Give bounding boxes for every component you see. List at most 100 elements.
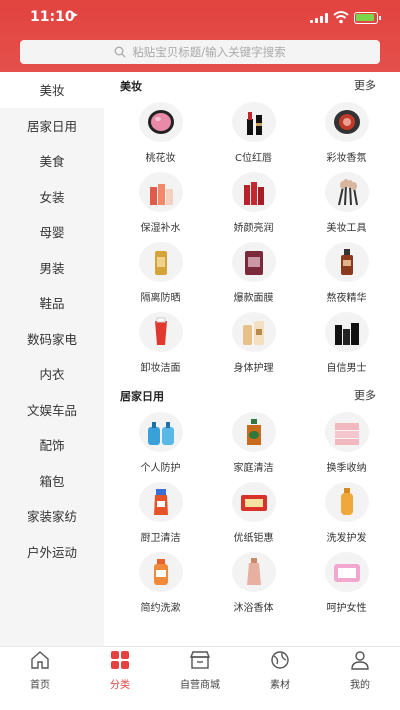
- category-item-label: 隔离防晒: [140, 293, 181, 304]
- body-wash-bottle-icon: [231, 552, 276, 592]
- tab-item[interactable]: 分类: [80, 647, 160, 710]
- sidebar-item[interactable]: 文娱车品: [0, 392, 104, 428]
- category-item-label: 家庭清洁: [233, 463, 274, 474]
- category-item[interactable]: 桃花妆: [114, 94, 207, 164]
- body-care-bottles-icon: [231, 312, 276, 352]
- category-item-label: 彩妆香氛: [326, 153, 367, 164]
- shampoo-bottle-icon: [324, 482, 369, 522]
- category-item[interactable]: 卸妆洁面: [114, 304, 207, 374]
- face-mask-icon: [231, 242, 276, 282]
- category-item[interactable]: 优纸钜惠: [207, 474, 300, 544]
- category-item[interactable]: 熬夜精华: [300, 234, 393, 304]
- category-item[interactable]: 厨卫清洁: [114, 474, 207, 544]
- tissue-pack-icon: [231, 482, 276, 522]
- category-item[interactable]: 娇颜亮润: [207, 164, 300, 234]
- bottom-tab-bar: 首页 分类 自营商城 素材 我的: [0, 646, 400, 710]
- makeup-brushes-icon: [324, 172, 369, 212]
- disinfectant-bottle-icon: [231, 412, 276, 452]
- spray-cleaner-icon: [138, 482, 183, 522]
- category-item-label: 呵护女性: [326, 603, 367, 614]
- category-item-label: 换季收纳: [326, 463, 367, 474]
- user-icon: [350, 650, 370, 674]
- sidebar-item[interactable]: 数码家电: [0, 321, 104, 357]
- mouthwash-bottle-icon: [138, 552, 183, 592]
- search-bar[interactable]: 粘贴宝贝标题/输入关键字搜索: [20, 40, 380, 64]
- section-title: 美妆: [120, 80, 142, 93]
- more-link[interactable]: 更多: [354, 77, 376, 93]
- tab-item[interactable]: 素材: [240, 647, 320, 710]
- cleanser-tube-icon: [138, 312, 183, 352]
- sidebar-item[interactable]: 箱包: [0, 463, 104, 499]
- category-item[interactable]: 美妆工具: [300, 164, 393, 234]
- tab-item[interactable]: 自营商城: [160, 647, 240, 710]
- sidebar-item[interactable]: 配饰: [0, 427, 104, 463]
- blush-compact-icon: [138, 102, 183, 142]
- eyeshadow-compact-icon: [324, 102, 369, 142]
- sanitizer-bottles-icon: [138, 412, 183, 452]
- signal-icon: [310, 13, 328, 23]
- category-item-label: 桃花妆: [145, 153, 176, 164]
- category-item[interactable]: 爆款面膜: [207, 234, 300, 304]
- category-item[interactable]: 身体护理: [207, 304, 300, 374]
- sidebar-item[interactable]: 户外运动: [0, 534, 104, 570]
- category-item[interactable]: 保湿补水: [114, 164, 207, 234]
- status-bar: 11:10 ➤: [0, 0, 400, 34]
- tab-item[interactable]: 首页: [0, 647, 80, 710]
- tab-label: 我的: [350, 680, 370, 691]
- category-item[interactable]: 呵护女性: [300, 544, 393, 614]
- category-item[interactable]: 洗发护发: [300, 474, 393, 544]
- sidebar-item[interactable]: 家装家纺: [0, 498, 104, 534]
- category-item[interactable]: 沐浴香体: [207, 544, 300, 614]
- location-arrow-icon: ➤: [70, 10, 79, 21]
- category-item-label: 简约洗漱: [140, 603, 181, 614]
- skincare-bottles-icon: [138, 172, 183, 212]
- category-item[interactable]: C位红唇: [207, 94, 300, 164]
- category-item-label: 优纸钜惠: [233, 533, 274, 544]
- wifi-icon: [333, 11, 349, 24]
- section-header: 居家日用 更多: [104, 384, 400, 404]
- category-item[interactable]: 个人防护: [114, 404, 207, 474]
- sidebar-item[interactable]: 母婴: [0, 214, 104, 250]
- sidebar-item[interactable]: 美食: [0, 143, 104, 179]
- lipstick-icon: [231, 102, 276, 142]
- red-skincare-set-icon: [231, 172, 276, 212]
- category-item-label: 卸妆洁面: [140, 363, 181, 374]
- category-item[interactable]: 家庭清洁: [207, 404, 300, 474]
- tab-item[interactable]: 我的: [320, 647, 400, 710]
- search-input[interactable]: 粘贴宝贝标题/输入关键字搜索: [132, 44, 285, 60]
- category-item-label: 自信男士: [326, 363, 367, 374]
- tab-label: 首页: [30, 680, 50, 691]
- category-item-label: 熬夜精华: [326, 293, 367, 304]
- sidebar-item[interactable]: 女装: [0, 179, 104, 215]
- section-title: 居家日用: [120, 390, 164, 403]
- sidebar-item[interactable]: 美妆: [0, 72, 104, 108]
- category-item-label: 沐浴香体: [233, 603, 274, 614]
- tab-label: 自营商城: [180, 680, 220, 691]
- category-item[interactable]: 换季收纳: [300, 404, 393, 474]
- battery-icon: [354, 12, 381, 24]
- sidebar-item[interactable]: 男装: [0, 250, 104, 286]
- status-time: 11:10: [30, 9, 75, 25]
- mens-care-set-icon: [324, 312, 369, 352]
- more-link[interactable]: 更多: [354, 387, 376, 403]
- category-item[interactable]: 简约洗漱: [114, 544, 207, 614]
- search-icon: [114, 46, 126, 58]
- globe-icon: [270, 650, 290, 674]
- category-item[interactable]: 彩妆香氛: [300, 94, 393, 164]
- home-icon: [30, 650, 50, 674]
- category-item-label: 厨卫清洁: [140, 533, 181, 544]
- category-grid-icon: [110, 650, 130, 674]
- sidebar-item[interactable]: 内衣: [0, 356, 104, 392]
- sidebar-item[interactable]: 鞋品: [0, 285, 104, 321]
- category-item-label: 身体护理: [233, 363, 274, 374]
- category-grid: 桃花妆 C位红唇 彩妆香氛保湿补水 娇颜亮润 美妆工具隔离防晒 爆款面膜 熬夜精华卸妆洁面 身…: [104, 94, 400, 374]
- sidebar-item[interactable]: 居家日用: [0, 108, 104, 144]
- category-item[interactable]: 隔离防晒: [114, 234, 207, 304]
- category-item-label: 个人防护: [140, 463, 181, 474]
- serum-bottle-icon: [324, 242, 369, 282]
- category-item-label: 美妆工具: [326, 223, 367, 234]
- category-item-label: C位红唇: [235, 153, 272, 164]
- category-sidebar: 美妆 居家日用 美食 女装 母婴 男装 鞋品 数码家电 内衣 文娱车品 配饰 箱包 家装家纺 户外运动: [0, 72, 104, 646]
- category-grid: 个人防护 家庭清洁 换季收纳厨卫清洁 优纸钜惠 洗发护发简约洗漱 沐浴香体 呵护女性: [104, 404, 400, 614]
- category-item[interactable]: 自信男士: [300, 304, 393, 374]
